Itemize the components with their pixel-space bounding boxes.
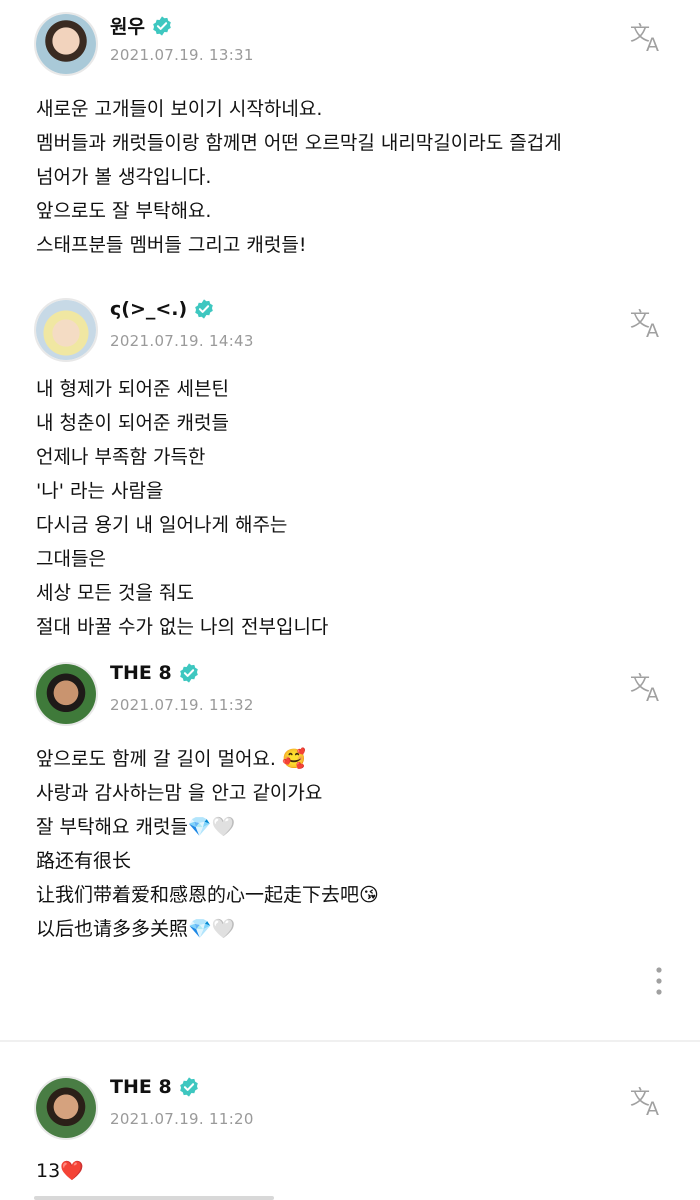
svg-text:A: A: [646, 1098, 659, 1118]
post-date: 2021.07.19. 11:20: [110, 1110, 254, 1128]
post-line: 다시금 용기 내 일어나게 해주는: [36, 514, 288, 536]
verified-badge-icon: [179, 663, 198, 683]
author-name[interactable]: THE 8: [110, 1076, 200, 1098]
translate-icon[interactable]: 文 A: [628, 18, 668, 54]
post-card: THE 8 2021.07.19. 11:20 文 A 13❤️: [0, 1064, 700, 1182]
verified-badge-icon: [195, 299, 213, 319]
svg-text:A: A: [646, 320, 659, 340]
post-line: 앞으로도 함께 갈 길이 멀어요. 🥰: [36, 748, 306, 770]
post-line: 路还有很长: [36, 850, 132, 872]
avatar[interactable]: [34, 1076, 98, 1140]
post-line: 앞으로도 잘 부탁해요.: [36, 200, 212, 222]
author-name-text: THE 8: [110, 1076, 172, 1098]
post-line: 멤버들과 캐럿들이랑 함께면 어떤 오르막길 내리막길이라도 즐겁게: [36, 132, 562, 154]
post-line: 내 청춘이 되어준 캐럿들: [36, 412, 229, 434]
post-line: 13❤️: [36, 1160, 84, 1182]
more-options-icon[interactable]: [652, 966, 666, 996]
translate-icon[interactable]: 文 A: [628, 1082, 668, 1118]
post-date: 2021.07.19. 11:32: [110, 696, 254, 714]
post-header: THE 8 2021.07.19. 11:32 文 A: [0, 650, 700, 730]
post-header: 원우 2021.07.19. 13:31 文 A: [0, 0, 700, 80]
post-body: 내 형제가 되어준 세븐틴 내 청춘이 되어준 캐럿들 언제나 부족함 가득한 …: [36, 372, 328, 644]
post-body: 앞으로도 함께 갈 길이 멀어요. 🥰 사랑과 감사하는맘 을 안고 같이가요 …: [36, 742, 379, 946]
post-line: 넘어가 볼 생각입니다.: [36, 166, 212, 188]
post-line: 절대 바꿀 수가 없는 나의 전부입니다: [36, 616, 329, 638]
author-name[interactable]: THE 8: [110, 662, 200, 684]
author-name-text: ς(>_<.): [110, 298, 188, 320]
verified-badge-icon: [153, 15, 171, 36]
post-card: THE 8 2021.07.19. 11:32 文 A 앞으로도 함께 갈 길이…: [0, 650, 700, 940]
post-date: 2021.07.19. 14:43: [110, 332, 254, 350]
post-body: 새로운 고개들이 보이기 시작하네요. 멤버들과 캐럿들이랑 함께면 어떤 오르…: [36, 92, 562, 262]
post-line: 스태프분들 멤버들 그리고 캐럿들!: [36, 234, 307, 256]
avatar[interactable]: [34, 12, 98, 76]
avatar[interactable]: [34, 662, 98, 726]
post-header: THE 8 2021.07.19. 11:20 文 A: [0, 1064, 700, 1144]
author-name[interactable]: ς(>_<.): [110, 298, 215, 320]
post-line: 세상 모든 것을 줘도: [36, 582, 194, 604]
svg-text:A: A: [646, 684, 659, 704]
author-name-text: 원우: [110, 16, 145, 38]
post-date: 2021.07.19. 13:31: [110, 46, 254, 64]
post-body: 13❤️: [36, 1154, 84, 1188]
avatar[interactable]: [34, 298, 98, 362]
author-name[interactable]: 원우: [110, 12, 173, 39]
svg-text:A: A: [646, 34, 659, 54]
verified-badge-icon: [179, 1077, 198, 1097]
translate-icon[interactable]: 文 A: [628, 668, 668, 704]
next-post-peek: [34, 1196, 274, 1200]
post-line: 사랑과 감사하는맘 을 안고 같이가요: [36, 782, 323, 804]
translate-icon[interactable]: 文 A: [628, 304, 668, 340]
author-name-text: THE 8: [110, 662, 172, 684]
post-line: 그대들은: [36, 548, 106, 570]
post-card: ς(>_<.) 2021.07.19. 14:43 文 A 내 형제가 되어준 …: [0, 286, 700, 638]
post-line: 언제나 부족함 가득한: [36, 446, 206, 468]
divider: [0, 1040, 700, 1042]
post-line: 잘 부탁해요 캐럿들💎🤍: [36, 816, 236, 838]
post-line: '나' 라는 사람을: [36, 480, 164, 502]
post-line: 让我们带着爱和感恩的心一起走下去吧😘: [36, 884, 379, 906]
post-line: 새로운 고개들이 보이기 시작하네요.: [36, 98, 323, 120]
post-header: ς(>_<.) 2021.07.19. 14:43 文 A: [0, 286, 700, 366]
post-line: 내 형제가 되어준 세븐틴: [36, 378, 229, 400]
post-card: 원우 2021.07.19. 13:31 文 A 새로운 고개들이 보이기 시작…: [0, 0, 700, 256]
post-line: 以后也请多多关照💎🤍: [36, 918, 236, 940]
